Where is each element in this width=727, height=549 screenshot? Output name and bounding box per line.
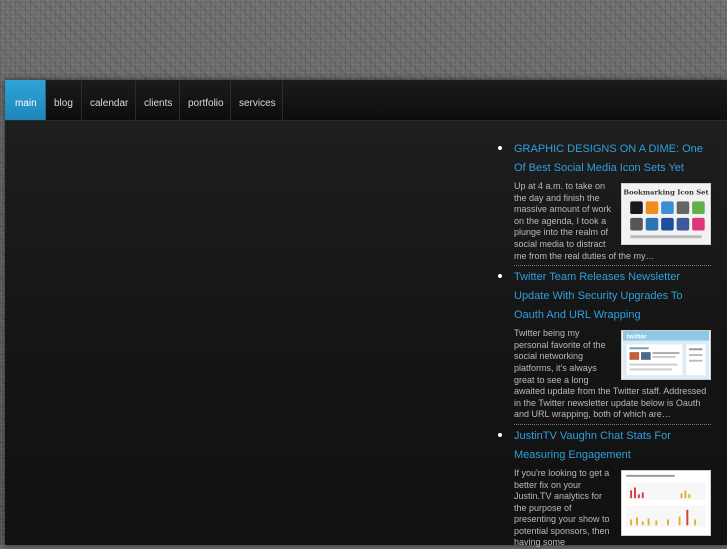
post-item: JustinTV Vaughn Chat Stats For Measuring… <box>498 427 711 549</box>
thumb-heading: twitter <box>627 334 648 341</box>
nav-item-services[interactable]: services <box>231 80 283 120</box>
nav-item-calendar[interactable]: calendar <box>82 80 136 120</box>
post-thumbnail[interactable]: twitter <box>621 330 711 381</box>
post-title-link[interactable]: GRAPHIC DESIGNS ON A DIME: One Of Best S… <box>514 140 711 178</box>
bullet-icon <box>498 146 502 150</box>
post-body: If you're looking to get a better fix on… <box>514 468 711 549</box>
post-thumbnail[interactable] <box>621 469 711 536</box>
post-item: Twitter Team Releases Newsletter Update … <box>498 268 711 425</box>
bullet-icon <box>498 274 502 279</box>
post-title-link[interactable]: Twitter Team Releases Newsletter Update … <box>514 268 711 325</box>
post-item: GRAPHIC DESIGNS ON A DIME: One Of Best S… <box>498 140 711 267</box>
post-body: twitter Twitter being my personal favori… <box>514 328 711 421</box>
post-title-link[interactable]: JustinTV Vaughn Chat Stats For Measuring… <box>514 427 711 465</box>
nav-item-blog[interactable]: blog <box>46 80 82 120</box>
post-body: Bookmarking Icon Set Up at 4 a.m. to tak… <box>514 181 711 262</box>
recent-posts-sidebar: GRAPHIC DESIGNS ON A DIME: One Of Best S… <box>498 140 711 549</box>
main-navigation: main blog calendar clients portfolio ser… <box>5 80 727 121</box>
post-thumbnail[interactable]: Bookmarking Icon Set <box>621 183 711 245</box>
twitter-page-preview-icon <box>626 344 706 376</box>
page-container: main blog calendar clients portfolio ser… <box>5 80 727 547</box>
nav-item-portfolio[interactable]: portfolio <box>180 80 231 120</box>
thumb-heading: Bookmarking Icon Set <box>623 189 709 197</box>
post-divider <box>514 423 711 425</box>
nav-item-main[interactable]: main <box>5 80 46 120</box>
bullet-icon <box>498 432 502 437</box>
nav-item-clients[interactable]: clients <box>136 80 180 120</box>
post-divider <box>514 265 711 267</box>
